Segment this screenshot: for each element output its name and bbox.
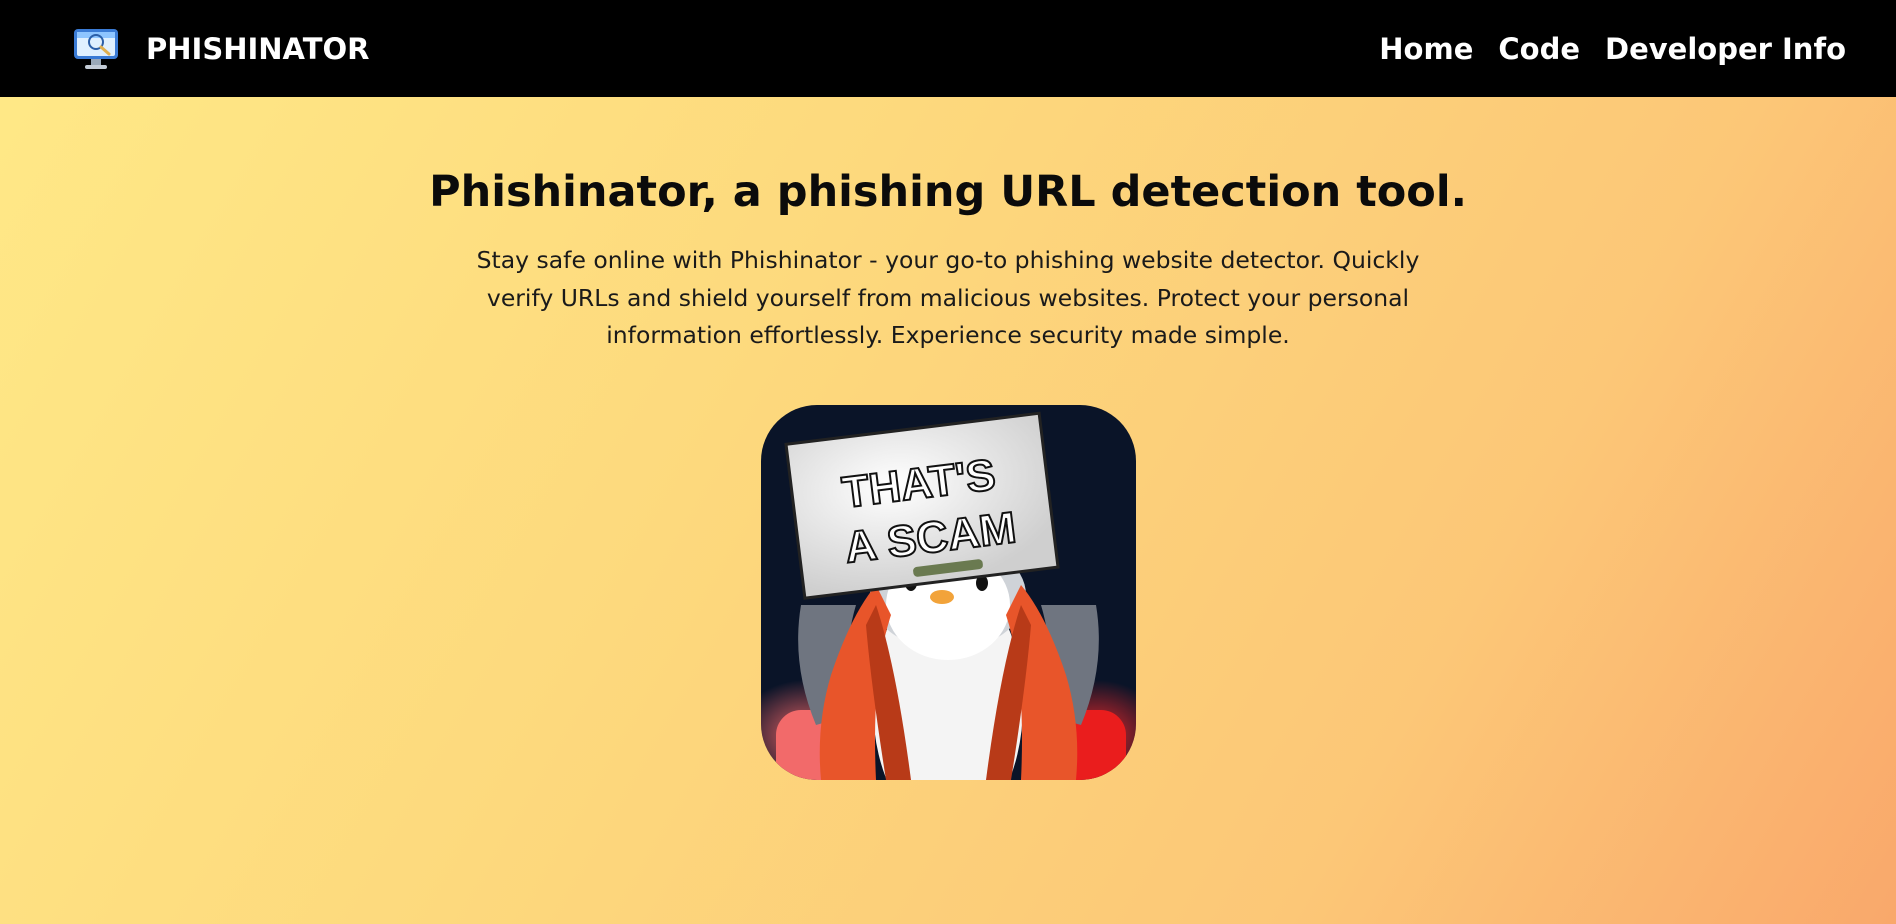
hero-description: Stay safe online with Phishinator - your… [476, 246, 1420, 349]
penguin-scam-sign-image: THAT'S A SCAM [760, 404, 1136, 780]
monitor-magnifier-logo-icon [74, 28, 118, 69]
brand-name: PHISHINATOR [146, 31, 370, 66]
nav-links: Home Code Developer Info [1354, 32, 1846, 66]
nav-link-home[interactable]: Home [1379, 32, 1473, 66]
nav-link-developer-info[interactable]: Developer Info [1605, 32, 1846, 66]
brand-link[interactable]: PHISHINATOR [71, 24, 370, 74]
top-navbar: PHISHINATOR Home Code Developer Info [0, 0, 1896, 97]
nav-link-code[interactable]: Code [1498, 32, 1580, 66]
hero-section: Phishinator, a phishing URL detection to… [0, 97, 1896, 780]
page-title: Phishinator, a phishing URL detection to… [429, 167, 1467, 217]
